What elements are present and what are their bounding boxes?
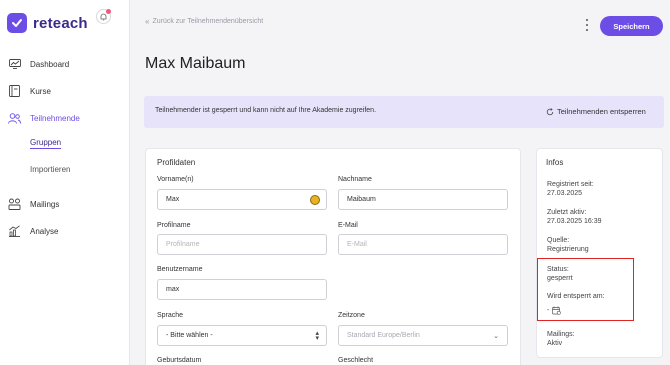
unlock-button[interactable]: Teilnehmenden entsperren bbox=[546, 107, 646, 116]
timezone-select[interactable]: Standard Europe/Berlin ⌄ bbox=[338, 325, 508, 346]
source-label: Quelle: bbox=[547, 237, 570, 244]
select-arrows-icon: ▴ ▾ bbox=[315, 330, 319, 342]
first-name-field[interactable]: Max bbox=[157, 189, 327, 210]
book-icon bbox=[8, 85, 21, 98]
logo[interactable]: reteach bbox=[7, 13, 88, 33]
sidebar-item-analyse[interactable]: Analyse bbox=[0, 222, 129, 240]
notification-bell-icon[interactable] bbox=[96, 9, 111, 24]
profile-name-label: Profilname bbox=[157, 222, 191, 229]
unlock-date-value: - bbox=[547, 307, 550, 314]
analytics-icon bbox=[8, 225, 21, 238]
mailings-value: Aktiv bbox=[547, 340, 563, 347]
username-label: Benutzername bbox=[157, 266, 203, 273]
sidebar-item-label: Mailings bbox=[30, 199, 60, 209]
email-placeholder: E-Mail bbox=[347, 241, 367, 248]
unlock-date-label: Wird entsperrt am: bbox=[547, 293, 605, 300]
first-name-value: Max bbox=[166, 196, 180, 203]
username-field[interactable]: max bbox=[157, 279, 327, 300]
mailings-label: Mailings: bbox=[547, 331, 575, 338]
profile-name-field[interactable]: Profilname bbox=[157, 234, 327, 255]
users-icon bbox=[8, 112, 21, 125]
logo-icon bbox=[7, 13, 27, 33]
mailing-icon bbox=[8, 198, 21, 211]
more-options-icon[interactable] bbox=[584, 19, 590, 31]
last-active-value: 27.03.2025 16:39 bbox=[547, 218, 602, 225]
registered-label: Registriert seit: bbox=[547, 181, 594, 188]
source-value: Registrierung bbox=[547, 246, 589, 253]
language-selected-value: - Bitte wählen - bbox=[166, 332, 213, 339]
email-field[interactable]: E-Mail bbox=[338, 234, 508, 255]
banner-text: Teilnehmender ist gesperrt und kann nich… bbox=[155, 107, 377, 114]
status-label: Status: bbox=[547, 266, 569, 273]
username-value: max bbox=[166, 286, 180, 293]
status-value: gesperrt bbox=[547, 275, 573, 282]
language-label: Sprache bbox=[157, 312, 184, 319]
gender-label: Geschlecht bbox=[338, 357, 374, 364]
profile-card-title: Profildaten bbox=[157, 158, 196, 167]
sidebar-item-teilnehmende[interactable]: Teilnehmende bbox=[0, 109, 129, 127]
back-link[interactable]: « Zurück zur Teilnehmendenübersicht bbox=[145, 17, 263, 26]
last-name-field[interactable]: Maibaum bbox=[338, 189, 508, 210]
timezone-selected-value: Standard Europe/Berlin bbox=[347, 332, 420, 339]
emoji-picker-icon[interactable] bbox=[310, 195, 320, 205]
back-link-label: Zurück zur Teilnehmendenübersicht bbox=[152, 18, 264, 25]
unlock-date-picker[interactable]: - bbox=[547, 306, 562, 315]
unlock-button-label: Teilnehmenden entsperren bbox=[557, 107, 646, 116]
timezone-label: Zeitzone bbox=[338, 312, 365, 319]
sidebar-item-mailings[interactable]: Mailings bbox=[0, 195, 129, 213]
double-chevron-left-icon: « bbox=[145, 17, 150, 26]
registered-value: 27.03.2025 bbox=[547, 190, 583, 197]
first-name-label: Vorname(n) bbox=[157, 176, 194, 183]
notification-badge bbox=[106, 9, 111, 14]
dashboard-icon bbox=[8, 58, 21, 71]
birthdate-label: Geburtsdatum bbox=[157, 357, 202, 364]
language-select[interactable]: - Bitte wählen - ▴ ▾ bbox=[157, 325, 327, 346]
brand-name: reteach bbox=[33, 14, 88, 32]
info-card bbox=[536, 148, 663, 358]
sidebar-subitem-importieren[interactable]: Importieren bbox=[30, 165, 70, 174]
email-label: E-Mail bbox=[338, 222, 358, 229]
sidebar-item-label: Teilnehmende bbox=[30, 113, 80, 123]
sidebar: reteach Dashboard Kurse Teilnehmende Gru… bbox=[0, 0, 130, 365]
profile-name-placeholder: Profilname bbox=[166, 241, 200, 248]
sidebar-item-label: Analyse bbox=[30, 226, 59, 236]
refresh-icon bbox=[546, 107, 554, 115]
sidebar-item-label: Kurse bbox=[30, 86, 51, 96]
sidebar-item-dashboard[interactable]: Dashboard bbox=[0, 55, 129, 73]
sidebar-item-kurse[interactable]: Kurse bbox=[0, 82, 129, 100]
last-active-label: Zuletzt aktiv: bbox=[547, 209, 587, 216]
calendar-icon bbox=[552, 306, 562, 315]
sidebar-subitem-gruppen[interactable]: Gruppen bbox=[30, 138, 62, 149]
page-title: Max Maibaum bbox=[145, 55, 246, 72]
last-name-label: Nachname bbox=[338, 176, 372, 183]
sidebar-item-label: Dashboard bbox=[30, 59, 70, 69]
info-card-title: Infos bbox=[546, 158, 564, 167]
chevron-down-icon: ⌄ bbox=[493, 333, 499, 340]
last-name-value: Maibaum bbox=[347, 196, 376, 203]
save-button[interactable]: Speichern bbox=[600, 16, 663, 36]
